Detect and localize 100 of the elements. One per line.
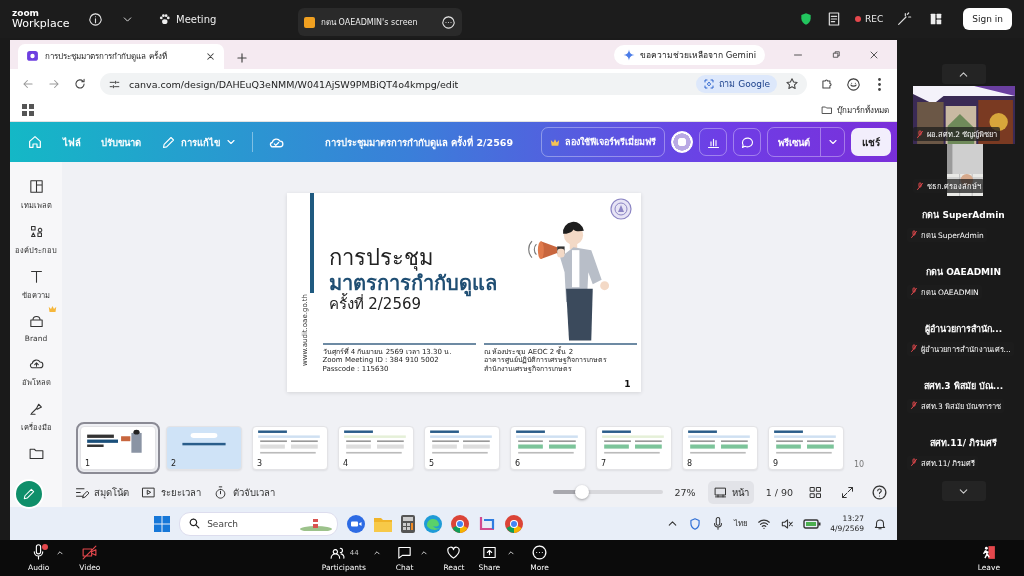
muted-mic-icon	[909, 401, 918, 410]
slider-thumb[interactable]	[575, 485, 590, 499]
pencil-icon	[161, 134, 176, 150]
page-thumbnail[interactable]: 5	[424, 426, 500, 470]
shield-icon	[688, 516, 703, 531]
plus-icon	[235, 51, 249, 65]
shared-screen-tab[interactable]: กดน OAEADMIN's screen	[298, 8, 462, 36]
restore-icon	[830, 49, 842, 60]
screen-share-icon	[304, 16, 315, 28]
zoom-app-icon[interactable]	[347, 514, 366, 533]
page-thumbnail[interactable]: 4	[338, 426, 414, 470]
participant-name: สศท.3 พิสมัย บัณ...	[922, 379, 1005, 393]
forward-arrow-icon	[47, 77, 61, 91]
meeting-tab[interactable]: Meeting	[158, 12, 288, 26]
comment-icon	[739, 134, 755, 150]
zoom-logo: zoom Workplace	[12, 9, 71, 29]
share-button[interactable]: แชร์	[851, 128, 891, 156]
gemini-button[interactable]: ขอความช่วยเหลือจาก Gemini	[614, 44, 765, 65]
page-thumbnail[interactable]: 7	[596, 426, 672, 470]
speaker-muted-icon	[780, 516, 795, 531]
more-icon	[441, 14, 456, 30]
timer-button[interactable]: ตัวจับเวลา	[213, 484, 275, 500]
home-icon	[27, 134, 43, 150]
page-thumbnail[interactable]: 6	[510, 426, 586, 470]
zoom-percentage: 27%	[674, 486, 696, 498]
participant-name: กดน OAEADMIN	[925, 265, 1002, 279]
participant-name: กดน SuperAdmin	[921, 208, 1006, 222]
wand-icon	[896, 11, 913, 27]
page-thumbnail[interactable]: 10	[854, 460, 865, 469]
premium-trial-button[interactable]: ลองใช้ฟีเจอร์พรีเมี่ยมฟรี	[541, 127, 665, 157]
browser-app-icon[interactable]	[424, 514, 443, 533]
muted-mic-icon	[909, 230, 918, 239]
chrome-app-icon[interactable]	[451, 514, 470, 533]
insights-button[interactable]	[699, 128, 727, 156]
lens-icon	[703, 78, 716, 90]
emblem-icon	[608, 197, 633, 221]
muted-mic-icon	[909, 287, 918, 296]
puzzle-icon	[820, 77, 834, 91]
language-indicator[interactable]: ไทย	[734, 517, 749, 530]
participant-name: สศท.11/ ภิรมศรี	[928, 436, 999, 450]
heart-icon	[445, 544, 463, 561]
page-counter: 1 / 90	[765, 486, 793, 498]
shared-screen-title: กดน OAEADMIN's screen	[321, 16, 418, 29]
play-box-icon	[141, 484, 156, 500]
slide-title: การประชุม	[328, 245, 435, 272]
info-icon	[87, 11, 103, 27]
snipping-tool-icon[interactable]	[478, 514, 497, 533]
page-thumbnail[interactable]: 9	[768, 426, 844, 470]
search-field[interactable]: Search	[179, 511, 339, 536]
expand-icon	[839, 484, 855, 500]
page-number: 1	[624, 379, 631, 389]
url-text: canva.com/design/DAHEuQ3eNMM/W041AjSW9PMBiQT4o4kmpg/edit	[129, 78, 459, 90]
page-thumbnail[interactable]: 3	[252, 426, 328, 470]
muted-mic-icon	[909, 458, 918, 467]
comment-button[interactable]	[733, 128, 761, 156]
page-view-button[interactable]: หน้า	[707, 480, 754, 504]
exit-door-icon	[980, 544, 998, 561]
sparkle-icon	[623, 48, 636, 61]
lighthouse-icon	[299, 516, 334, 531]
help-icon	[870, 483, 888, 501]
page-thumbnail[interactable]: 8	[682, 426, 758, 470]
chrome-app-icon[interactable]	[505, 514, 524, 533]
paw-icon	[158, 12, 171, 26]
address-bar[interactable]: canva.com/design/DAHEuQ3eNMM/W041AjSW9PMBiQT4o4kmpg/edit ถาม Google	[100, 73, 807, 95]
ask-google-chip[interactable]: ถาม Google	[696, 75, 777, 93]
notes-button[interactable]: สมุดโน้ต	[74, 484, 129, 500]
muted-mic-icon	[909, 344, 918, 353]
duration-button[interactable]: ระยะเวลา	[141, 484, 201, 500]
profile-icon	[845, 76, 861, 92]
canva-tab-icon	[26, 50, 39, 63]
pen-button[interactable]	[14, 479, 44, 509]
browser-tab[interactable]: การประชุมมาตรการกำกับดูแล ครั้งที่	[18, 44, 224, 69]
pen-icon	[22, 487, 36, 501]
shield-icon	[799, 12, 814, 26]
page-view-icon	[712, 484, 728, 500]
close-icon	[205, 51, 216, 62]
chat-icon	[396, 544, 414, 561]
star-icon	[785, 77, 799, 91]
share-icon	[480, 544, 498, 561]
all-bookmarks-button[interactable]: บุ๊กมาร์กทั้งหมด	[821, 99, 889, 121]
template-icon	[27, 178, 45, 195]
brand-icon	[27, 313, 45, 330]
folder-icon	[821, 104, 833, 116]
calculator-app-icon[interactable]	[401, 514, 416, 533]
slide-subtitle: ครั้งที่ 2/2569	[328, 295, 422, 314]
search-icon	[188, 517, 202, 530]
design-title[interactable]: การประชุมมาตรการกำกับดูแล ครั้งที่ 2/2569	[324, 134, 513, 150]
muted-mic-icon	[915, 181, 924, 191]
stopwatch-icon	[213, 484, 228, 500]
back-arrow-icon	[21, 77, 35, 91]
layout-icon	[929, 12, 944, 26]
reload-icon	[73, 77, 87, 91]
grid-icon	[807, 484, 823, 500]
more-icon	[531, 544, 548, 561]
zoom-slider[interactable]	[552, 485, 663, 499]
avatar[interactable]	[671, 131, 693, 153]
sign-in-button[interactable]: Sign in	[963, 8, 1012, 30]
page-thumbnail[interactable]: 2	[166, 426, 242, 470]
windows-start-icon[interactable]	[154, 515, 171, 532]
battery-icon	[803, 517, 822, 530]
